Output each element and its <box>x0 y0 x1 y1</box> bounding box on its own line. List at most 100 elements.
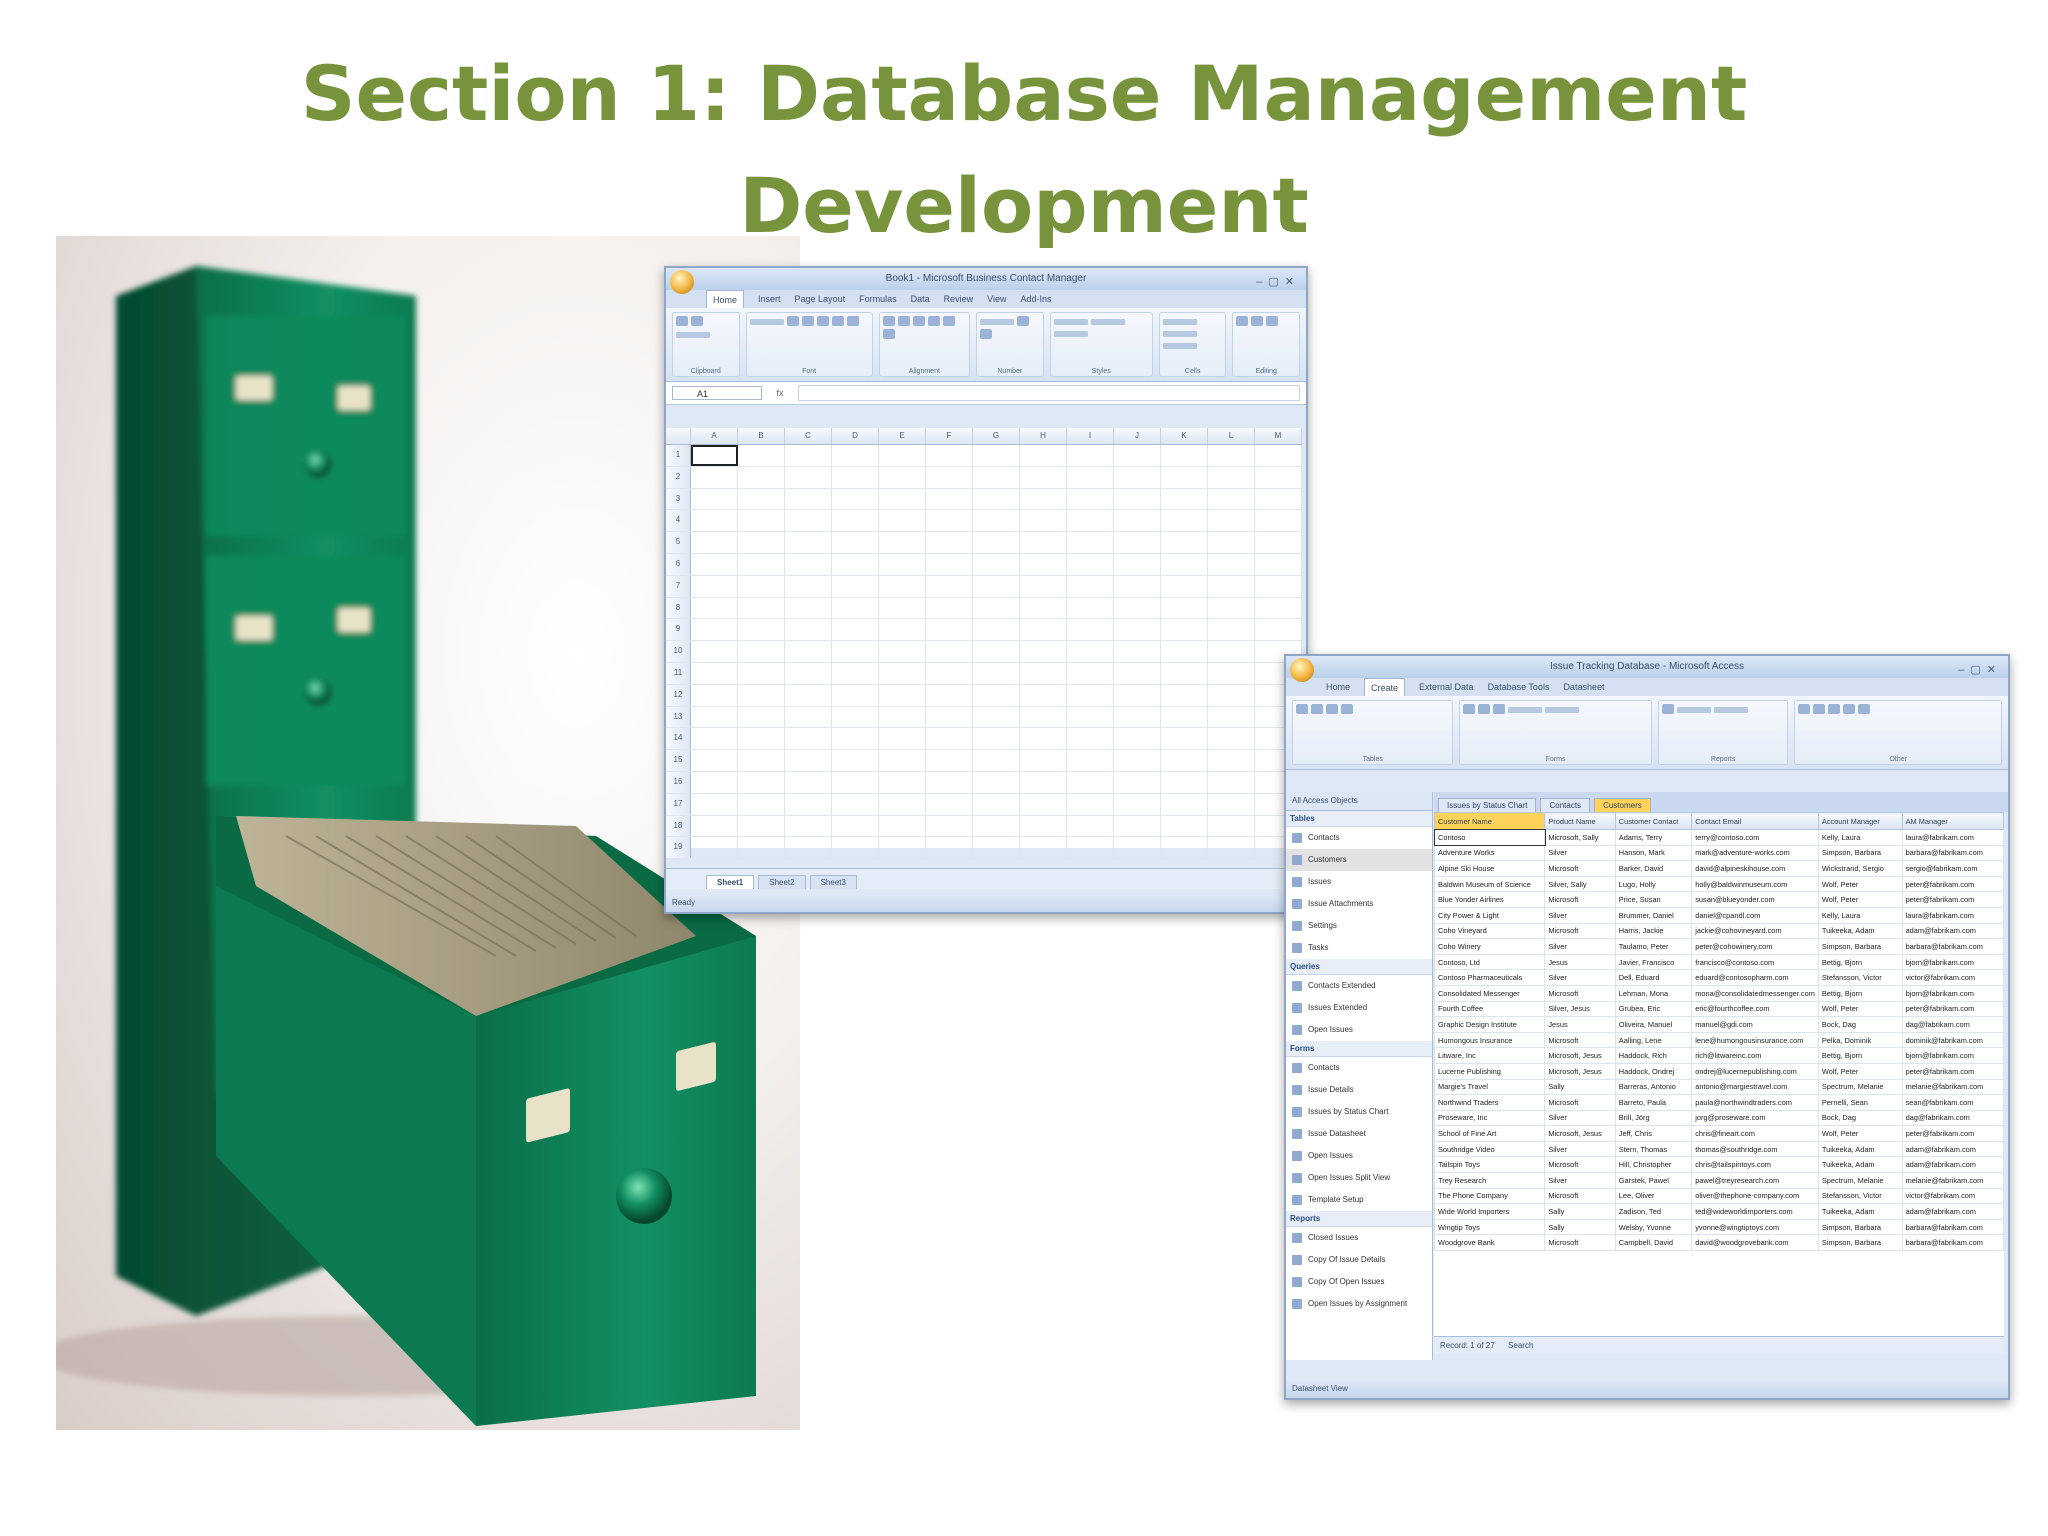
datasheet-cell[interactable]: holly@baldwinmuseum.com <box>1691 875 1819 893</box>
datasheet-row[interactable]: Proseware, Inc Silver Brill, Jörg jorg@pros… <box>1434 1109 2004 1127</box>
datasheet-cell[interactable]: Silver <box>1544 906 1616 924</box>
grid-cell[interactable] <box>1161 641 1208 662</box>
grid-cell[interactable] <box>1255 510 1302 532</box>
record-navigator[interactable]: Record: 1 of 27 Search <box>1434 1336 2004 1354</box>
grid-cell[interactable] <box>785 728 832 750</box>
datasheet-cell[interactable]: Tuikeeka, Adam <box>1817 922 1903 940</box>
datasheet-cell[interactable]: Bettig, Bjorn <box>1817 1047 1903 1064</box>
sheet-tab-2[interactable]: Sheet2 <box>758 875 806 889</box>
datasheet-cell[interactable]: Silver, Sally <box>1544 875 1616 893</box>
nav-item[interactable]: Issues by Status Chart <box>1286 1101 1432 1123</box>
datasheet-cell[interactable]: Microsoft <box>1544 1031 1616 1049</box>
grid-cell[interactable] <box>973 706 1020 728</box>
datasheet-cell[interactable]: Silver <box>1544 969 1616 986</box>
grid-cell[interactable] <box>691 837 738 859</box>
datasheet-cell[interactable]: Grubea, Eric <box>1614 1000 1693 1018</box>
grid-cell[interactable] <box>785 706 832 728</box>
datasheet-cell[interactable]: dag@fabrikam.com <box>1901 1109 2004 1127</box>
datasheet-row[interactable]: Contoso Microsoft, Sally Adams, Terry terry… <box>1434 828 2004 847</box>
datasheet-cell[interactable]: Bettig, Bjorn <box>1817 984 1903 1002</box>
grid-cell[interactable] <box>738 793 785 815</box>
datasheet-cell[interactable]: peter@fabrikam.com <box>1901 1125 2004 1142</box>
datasheet-cell[interactable]: adam@fabrikam.com <box>1901 1203 2004 1220</box>
grid-cell[interactable] <box>691 750 738 771</box>
grid-cell[interactable] <box>738 706 785 728</box>
datasheet-cell[interactable]: manuel@gdi.com <box>1691 1016 1819 1033</box>
datasheet-row[interactable]: The Phone Company Microsoft Lee, Oliver oli… <box>1434 1187 2004 1205</box>
grid-cell[interactable] <box>1255 575 1302 597</box>
tab-database-tools[interactable]: Database Tools <box>1488 678 1550 696</box>
grid-cell[interactable] <box>785 837 832 859</box>
datasheet-cell[interactable]: Haddock, Rich <box>1614 1047 1693 1064</box>
datasheet-cell[interactable]: Bock, Dag <box>1817 1016 1903 1033</box>
datasheet-cell[interactable]: Lehman, Mona <box>1614 984 1693 1002</box>
grid-cell[interactable] <box>1020 837 1067 859</box>
datasheet-cell[interactable]: Microsoft, Jesus <box>1544 1047 1616 1064</box>
office-button-icon[interactable] <box>670 270 694 294</box>
ribbon-group-reports[interactable]: Reports <box>1657 700 1789 765</box>
grid-cell[interactable] <box>738 532 785 553</box>
grid-cell[interactable] <box>1161 597 1208 619</box>
datasheet-row[interactable]: Coho Vineyard Microsoft Harris, Jackie jack… <box>1434 922 2004 940</box>
datasheet-row[interactable]: Fourth Coffee Silver, Jesus Grubea, Eric er… <box>1434 1000 2004 1018</box>
grid-cell[interactable] <box>691 466 738 488</box>
grid-cell[interactable] <box>973 641 1020 662</box>
ribbon-group-editing[interactable]: Editing <box>1232 312 1301 377</box>
grid-cell[interactable] <box>832 793 879 815</box>
datasheet-cell[interactable]: Silver <box>1544 1109 1616 1127</box>
nav-item[interactable]: Closed Issues <box>1286 1227 1432 1249</box>
grid-cell[interactable] <box>973 466 1020 488</box>
nav-item[interactable]: Issue Datasheet <box>1286 1123 1432 1145</box>
datasheet-cell[interactable]: Kelly, Laura <box>1817 906 1903 924</box>
grid-cell[interactable] <box>1114 815 1161 837</box>
datasheet-column-header[interactable]: AM Manager <box>1901 812 2004 830</box>
datasheet-cell[interactable]: Microsoft, Jesus <box>1544 1125 1616 1142</box>
grid-cell[interactable] <box>832 684 879 706</box>
spreadsheet-grid[interactable]: ABCDEFGHIJKLM 1 2 3 4 5 6 7 8 9 10 11 12 13 14 15 16 17 1… <box>666 428 1302 860</box>
grid-cell[interactable] <box>832 662 879 684</box>
grid-cell[interactable] <box>832 750 879 771</box>
grid-cell[interactable] <box>832 728 879 750</box>
datasheet-row[interactable]: Woodgrove Bank Microsoft Campbell, David da… <box>1434 1234 2004 1252</box>
ribbon-group-forms[interactable]: Forms <box>1459 700 1652 765</box>
datasheet-column-header[interactable]: Contact Email <box>1691 812 1819 830</box>
datasheet-cell[interactable]: peter@fabrikam.com <box>1901 1062 2004 1080</box>
nav-item[interactable]: Contacts Extended <box>1286 975 1432 997</box>
column-header[interactable]: I <box>1067 428 1114 444</box>
datasheet-cell[interactable]: paula@northwindtraders.com <box>1691 1094 1819 1111</box>
grid-cell[interactable] <box>1114 771 1161 793</box>
datasheet-cell[interactable]: Adams, Terry <box>1614 829 1693 846</box>
datasheet-cell[interactable]: Baldwin Museum of Science <box>1434 875 1546 893</box>
grid-cell[interactable] <box>785 445 832 466</box>
grid-cell[interactable] <box>785 793 832 815</box>
datasheet-row[interactable]: Coho Winery Silver Taulamo, Peter peter@coh… <box>1434 938 2004 955</box>
nav-pane-header[interactable]: All Access Objects <box>1286 792 1432 811</box>
grid-cell[interactable] <box>1255 466 1302 488</box>
column-header[interactable]: H <box>1020 428 1067 444</box>
doc-tab-chart[interactable]: Issues by Status Chart <box>1438 798 1537 812</box>
doc-tab-contacts[interactable]: Contacts <box>1540 798 1591 812</box>
datasheet-cell[interactable]: melanie@fabrikam.com <box>1901 1172 2004 1189</box>
datasheet-row[interactable]: Graphic Design Institute Jesus Oliveira, M… <box>1434 1016 2004 1033</box>
grid-cell[interactable] <box>1067 771 1114 793</box>
grid-cell[interactable] <box>973 662 1020 684</box>
grid-cell[interactable] <box>785 466 832 488</box>
grid-cell[interactable] <box>1020 641 1067 662</box>
datasheet-cell[interactable]: thomas@southridge.com <box>1691 1140 1819 1158</box>
grid-cell[interactable] <box>1114 466 1161 488</box>
row-header[interactable]: 13 <box>666 706 691 728</box>
grid-cell[interactable] <box>973 532 1020 553</box>
grid-cell[interactable] <box>879 575 926 597</box>
grid-cell[interactable] <box>973 684 1020 706</box>
office-button-icon[interactable] <box>1290 658 1314 682</box>
datasheet-cell[interactable]: Alpine Ski House <box>1434 860 1546 877</box>
datasheet-cell[interactable]: Brill, Jörg <box>1614 1109 1693 1127</box>
row-header[interactable]: 3 <box>666 488 691 510</box>
grid-cell[interactable] <box>1114 750 1161 771</box>
datasheet-cell[interactable]: ondrej@lucernepublishing.com <box>1691 1062 1819 1080</box>
column-header[interactable]: M <box>1255 428 1302 444</box>
grid-cell[interactable] <box>1020 445 1067 466</box>
grid-cell[interactable] <box>1067 445 1114 466</box>
grid-cell[interactable] <box>1255 445 1302 466</box>
datasheet-cell[interactable]: peter@fabrikam.com <box>1901 891 2004 908</box>
